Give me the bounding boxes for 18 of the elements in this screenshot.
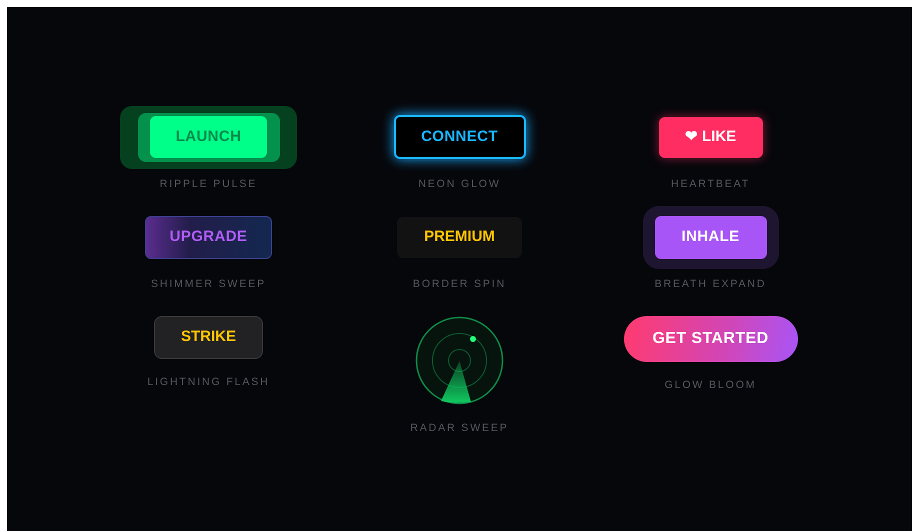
inhale-button[interactable]: INHALE <box>654 216 766 258</box>
get-started-button[interactable]: GET STARTED <box>624 316 798 362</box>
effect-label: LIGHTNING FLASH <box>147 375 270 390</box>
connect-button[interactable]: CONNECT <box>394 115 526 159</box>
effect-label: NEON GLOW <box>418 177 501 192</box>
effect-label: RIPPLE PULSE <box>160 177 258 192</box>
premium-button[interactable]: PREMIUM <box>397 216 522 258</box>
radar-icon <box>415 316 504 405</box>
effect-label: HEARTBEAT <box>670 177 750 192</box>
upgrade-button[interactable]: UPGRADE <box>145 216 272 258</box>
strike-button[interactable]: STRIKE <box>154 316 263 359</box>
effect-label: RADAR SWEEP <box>410 421 509 436</box>
effect-label: SHIMMER SWEEP <box>151 277 266 292</box>
effect-label: GLOW BLOOM <box>664 378 756 393</box>
effect-label: BORDER SPIN <box>412 277 506 292</box>
like-button[interactable]: ❤ LIKE <box>658 116 762 158</box>
launch-button[interactable]: LAUNCH <box>150 116 267 158</box>
effect-label: BREATH EXPAND <box>654 277 766 292</box>
